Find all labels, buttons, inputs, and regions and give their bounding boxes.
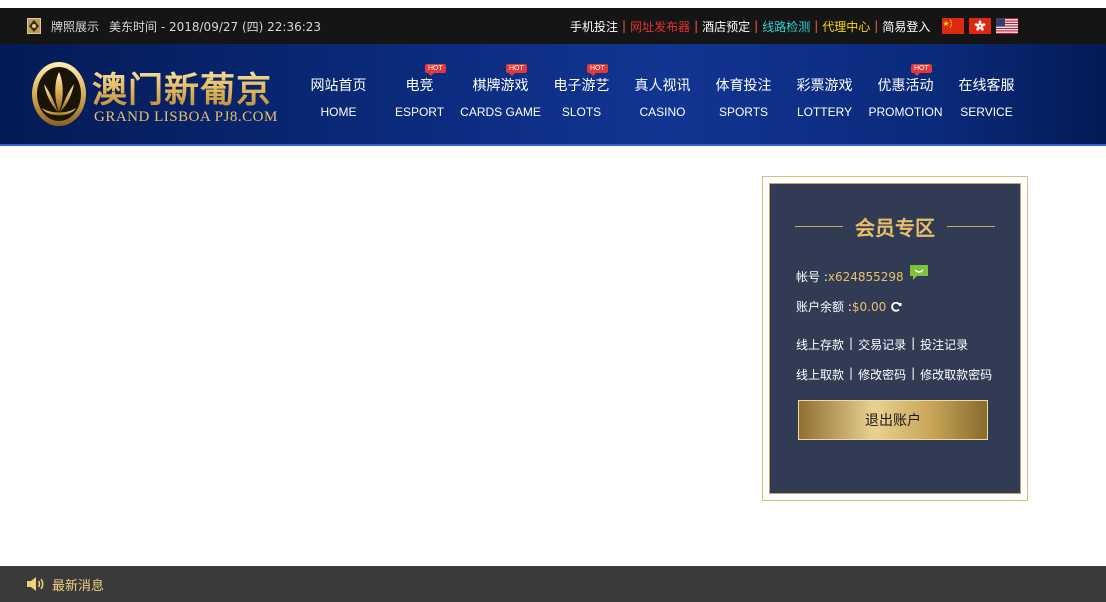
- link-separator: |: [911, 336, 916, 350]
- quick-login-link[interactable]: 简易登入: [882, 18, 930, 35]
- language-flags: [942, 18, 1023, 34]
- main-header: 澳门新葡京 GRAND LISBOA PJ8.COM 网站首页 HOME HOT…: [0, 44, 1106, 146]
- logo-chinese-text: 澳门新葡京: [92, 62, 272, 113]
- hot-badge: HOT: [587, 64, 608, 76]
- member-title-row: 会员专区: [770, 211, 1020, 241]
- nav-label-cn: 体育投注: [715, 78, 772, 94]
- nav-item-service[interactable]: 在线客服 SERVICE: [946, 44, 1027, 144]
- nav-item-casino[interactable]: 真人视讯 CASINO: [622, 44, 703, 144]
- nav-label-en: SERVICE: [960, 105, 1013, 119]
- nav-item-esport[interactable]: HOT 电竞 ESPORT: [379, 44, 460, 144]
- link-separator: |: [849, 336, 854, 350]
- hot-badge: HOT: [506, 64, 527, 76]
- nav-label-cn: 彩票游戏: [796, 78, 853, 94]
- lotus-emblem-icon: [32, 62, 86, 126]
- link-separator: |: [911, 366, 916, 380]
- change-password-link[interactable]: 修改密码: [858, 366, 906, 383]
- nav-label-cn: 电子游艺: [553, 78, 610, 94]
- nav-label-en: LOTTERY: [796, 105, 853, 119]
- top-bar-links: 手机投注 | 网址发布器 | 酒店预定 | 线路检测 | 代理中心 | 简易登入: [570, 8, 1023, 44]
- hot-badge: HOT: [911, 64, 932, 76]
- nav-item-home[interactable]: 网站首页 HOME: [298, 44, 379, 144]
- account-label: 帐号 :: [796, 270, 828, 284]
- balance-row: 账户余额 : $0.00: [796, 298, 902, 315]
- nav-label-cn: 在线客服: [958, 78, 1015, 94]
- account-row: 帐号 : x624855298: [796, 264, 929, 285]
- member-panel: 会员专区 帐号 : x624855298 账户余额 : $0.00 线上存款 |…: [769, 183, 1021, 494]
- account-links-row-1: 线上存款 | 交易记录 | 投注记录: [796, 336, 968, 353]
- top-bar: 牌照展示 美东时间 - 2018/09/27 (四) 22:36:23 手机投注…: [0, 8, 1106, 44]
- nav-item-sports[interactable]: 体育投注 SPORTS: [703, 44, 784, 144]
- eastern-time: 美东时间 - 2018/09/27 (四) 22:36:23: [109, 19, 322, 34]
- mobile-bet-link[interactable]: 手机投注: [570, 18, 618, 35]
- nav-label-cn: 真人视讯: [634, 78, 691, 94]
- license-icon[interactable]: [27, 18, 41, 34]
- title-divider-left: [795, 225, 843, 227]
- nav-label-en: HOME: [320, 105, 357, 119]
- nav-label-cn: 网站首页: [310, 78, 367, 94]
- member-panel-frame: 会员专区 帐号 : x624855298 账户余额 : $0.00 线上存款 |…: [762, 176, 1028, 501]
- link-separator: |: [694, 19, 699, 33]
- account-links-row-2: 线上取款 | 修改密码 | 修改取款密码: [796, 366, 992, 383]
- license-link[interactable]: 牌照展示: [51, 18, 99, 35]
- link-separator: |: [754, 19, 759, 33]
- bet-records-link[interactable]: 投注记录: [920, 336, 968, 353]
- nav-label-en: SLOTS: [561, 105, 602, 119]
- page: 牌照展示 美东时间 - 2018/09/27 (四) 22:36:23 手机投注…: [0, 0, 1106, 602]
- china-flag-icon[interactable]: [942, 18, 965, 34]
- change-withdraw-password-link[interactable]: 修改取款密码: [920, 366, 992, 383]
- nav-label-cn: 优惠活动: [877, 78, 934, 94]
- agent-center-link[interactable]: 代理中心: [822, 18, 870, 35]
- link-separator: |: [622, 19, 627, 33]
- balance-value: $0.00: [851, 299, 887, 314]
- link-separator: |: [849, 366, 854, 380]
- balance-label: 账户余额 :: [796, 300, 852, 314]
- logout-button[interactable]: 退出账户: [798, 400, 988, 440]
- nav-item-lottery[interactable]: 彩票游戏 LOTTERY: [784, 44, 865, 144]
- message-icon[interactable]: [909, 264, 929, 282]
- link-separator: |: [814, 19, 819, 33]
- transaction-records-link[interactable]: 交易记录: [858, 336, 906, 353]
- logo-english-text: GRAND LISBOA PJ8.COM: [94, 109, 278, 125]
- member-title: 会员专区: [855, 215, 935, 240]
- main-nav: 网站首页 HOME HOT 电竞 ESPORT HOT 棋牌游戏 CARDS G…: [298, 44, 1027, 144]
- hot-badge: HOT: [425, 64, 446, 76]
- news-bar: 最新消息: [0, 566, 1106, 602]
- site-logo[interactable]: 澳门新葡京 GRAND LISBOA PJ8.COM: [30, 60, 290, 130]
- nav-label-cn: 电竞: [405, 78, 434, 94]
- nav-label-en: CARDS GAME: [460, 105, 541, 119]
- account-value: x624855298: [827, 269, 904, 284]
- hotel-booking-link[interactable]: 酒店预定: [702, 18, 750, 35]
- line-check-link[interactable]: 线路检测: [762, 18, 810, 35]
- latest-news-label[interactable]: 最新消息: [52, 575, 104, 594]
- online-withdraw-link[interactable]: 线上取款: [796, 366, 844, 383]
- title-divider-right: [947, 225, 995, 227]
- url-publisher-link[interactable]: 网址发布器: [630, 18, 690, 35]
- nav-label-en: PROMOTION: [868, 105, 943, 119]
- usa-flag-icon[interactable]: [996, 18, 1019, 34]
- nav-label-en: ESPORT: [394, 105, 445, 119]
- speaker-icon: [27, 577, 44, 591]
- refresh-icon[interactable]: [890, 301, 902, 313]
- link-separator: |: [874, 19, 879, 33]
- top-bar-left: 牌照展示 美东时间 - 2018/09/27 (四) 22:36:23: [27, 18, 331, 35]
- nav-item-promotion[interactable]: HOT 优惠活动 PROMOTION: [865, 44, 946, 144]
- nav-item-slots[interactable]: HOT 电子游艺 SLOTS: [541, 44, 622, 144]
- hongkong-flag-icon[interactable]: [969, 18, 992, 34]
- nav-label-en: SPORTS: [718, 105, 769, 119]
- nav-label-en: CASINO: [639, 105, 686, 119]
- nav-label-cn: 棋牌游戏: [472, 78, 529, 94]
- nav-item-cards-game[interactable]: HOT 棋牌游戏 CARDS GAME: [460, 44, 541, 144]
- online-deposit-link[interactable]: 线上存款: [796, 336, 844, 353]
